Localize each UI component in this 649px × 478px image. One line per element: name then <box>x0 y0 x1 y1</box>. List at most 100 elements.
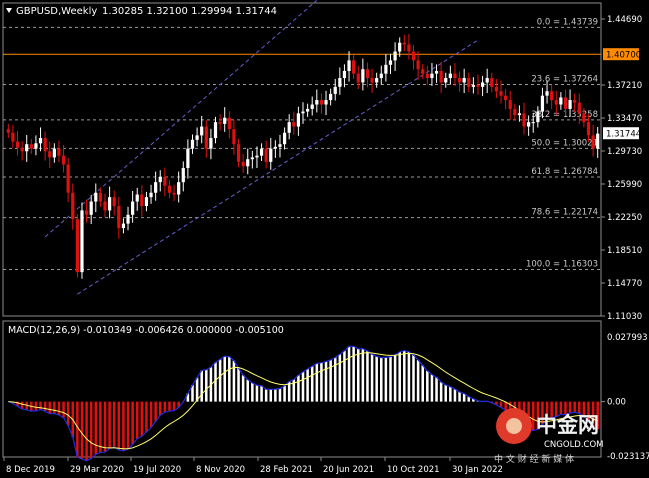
candle-body-4 <box>25 144 29 152</box>
watermark-slogan: 中 文 财 经 新 媒 体 <box>494 453 574 465</box>
candle-body-119 <box>554 100 558 105</box>
candle-body-124 <box>577 102 581 114</box>
macd-axis-label-1: 0.00 <box>607 398 626 408</box>
candle-body-70 <box>329 93 333 101</box>
candle-body-71 <box>333 86 337 94</box>
candle-body-29 <box>140 194 144 206</box>
candle-body-47 <box>223 117 227 124</box>
candle-body-42 <box>200 126 204 136</box>
candle-body-100 <box>467 78 471 87</box>
candle-body-108 <box>503 95 508 101</box>
candle-body-19 <box>94 192 98 202</box>
watermark-name: 中金网 <box>536 413 599 437</box>
price-tick-label-2: 1.37210 <box>607 81 642 91</box>
candle-body-120 <box>559 97 563 105</box>
candle-body-110 <box>513 108 517 116</box>
candle-body-23 <box>112 197 116 206</box>
candle-body-18 <box>89 201 93 215</box>
candle-body-98 <box>457 78 462 83</box>
time-label-7: 30 Jan 2022 <box>452 465 503 475</box>
candle-body-121 <box>563 97 568 109</box>
candle-body-52 <box>246 159 250 167</box>
candle-body-22 <box>107 197 112 211</box>
candle-body-91 <box>425 73 429 79</box>
candle-body-31 <box>149 192 153 198</box>
candle-body-24 <box>117 205 121 229</box>
candle-body-81 <box>379 73 383 79</box>
candle-body-116 <box>540 95 545 112</box>
candle-body-103 <box>480 82 485 87</box>
candle-body-21 <box>103 201 107 211</box>
candle-body-10 <box>52 148 56 158</box>
candle-body-112 <box>522 113 526 127</box>
time-label-4: 28 Feb 2021 <box>260 465 313 475</box>
fib-label-4: 61.8 = 1.26784 <box>531 167 598 177</box>
candle-body-85 <box>398 42 402 52</box>
candle-body-53 <box>250 157 254 160</box>
candle-body-97 <box>453 73 457 79</box>
candle-body-57 <box>269 148 273 162</box>
macd-axis-label-0: 0.027993 <box>607 333 648 343</box>
candle-body-64 <box>301 111 305 114</box>
price-tick-label-6: 1.22250 <box>607 213 642 223</box>
candle-body-7 <box>38 138 43 144</box>
candle-body-36 <box>172 192 176 195</box>
fib-label-1: 23.6 = 1.37264 <box>531 75 598 85</box>
candle-body-69 <box>324 100 328 105</box>
fib-label-0: 0.0 = 1.43739 <box>537 17 598 27</box>
price-tick-label-8: 1.14770 <box>607 279 642 289</box>
candle-body-65 <box>305 108 310 112</box>
chart-canvas: 0.0 = 1.4373923.6 = 1.3726438.2 = 1.3325… <box>0 0 649 478</box>
candle-body-80 <box>375 78 379 83</box>
candle-body-77 <box>361 69 365 83</box>
time-label-6: 10 Oct 2021 <box>387 465 440 475</box>
price-tick-label-5: 1.25990 <box>607 180 642 190</box>
candle-body-74 <box>347 60 351 71</box>
candle-body-76 <box>356 73 360 83</box>
candle-body-5 <box>29 144 33 149</box>
candle-body-113 <box>527 122 531 127</box>
candle-body-43 <box>204 126 208 149</box>
candle-body-34 <box>163 176 167 186</box>
candle-body-40 <box>190 139 195 149</box>
candle-body-125 <box>582 113 586 123</box>
candle-body-55 <box>259 148 264 156</box>
candle-body-73 <box>342 70 347 79</box>
candle-body-58 <box>273 146 277 149</box>
candle-body-16 <box>80 210 84 273</box>
time-label-5: 20 Jun 2021 <box>323 465 374 475</box>
candle-body-68 <box>319 100 324 105</box>
candle-body-44 <box>209 138 213 149</box>
candle-body-122 <box>568 100 572 109</box>
candle-body-128 <box>596 133 600 149</box>
candle-body-37 <box>177 182 181 195</box>
candle-body-59 <box>278 144 282 147</box>
candle-body-96 <box>448 73 452 79</box>
candle-body-14 <box>71 192 75 220</box>
ohlc-readout: 1.30285 1.32100 1.29994 1.31744 <box>102 6 277 17</box>
candle-body-83 <box>388 60 393 65</box>
candle-body-127 <box>591 135 595 149</box>
candle-body-33 <box>158 176 162 183</box>
candle-body-25 <box>121 223 126 229</box>
candle-body-17 <box>84 210 89 215</box>
candle-body-107 <box>499 91 503 96</box>
fib-label-5: 78.6 = 1.22174 <box>531 208 598 218</box>
candle-body-111 <box>517 113 522 116</box>
candle-body-13 <box>66 164 70 193</box>
candle-body-117 <box>545 91 549 96</box>
time-label-1: 29 Mar 2020 <box>70 465 124 475</box>
logo-inner-icon <box>506 418 522 434</box>
candle-body-104 <box>485 78 489 83</box>
candle-body-41 <box>195 135 199 140</box>
resistance-tag-label: 1.40700 <box>606 51 641 61</box>
candle-body-72 <box>338 78 342 87</box>
candle-body-89 <box>416 60 420 70</box>
candle-body-87 <box>407 44 411 52</box>
price-tick-label-4: 1.29730 <box>607 147 642 157</box>
candle-body-115 <box>536 111 540 123</box>
time-label-3: 8 Nov 2020 <box>196 465 245 475</box>
candle-body-35 <box>167 185 172 193</box>
candle-body-75 <box>352 60 356 74</box>
candle-body-84 <box>393 51 397 61</box>
